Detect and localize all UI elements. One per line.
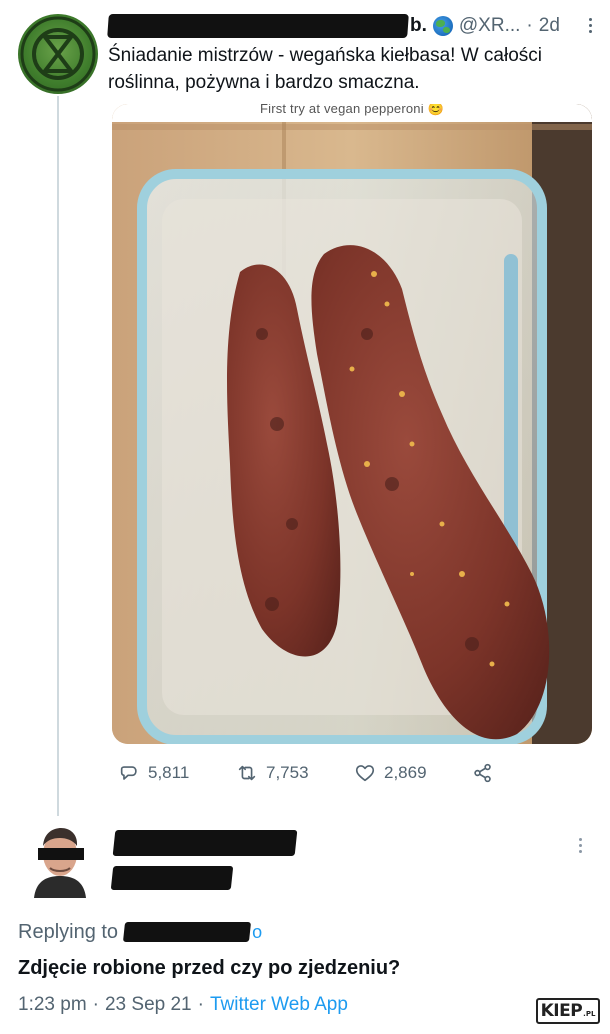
replying-to-label: Replying to xyxy=(18,920,119,943)
tweet-header: b. @XR... · 2d xyxy=(107,12,578,40)
separator-dot: · xyxy=(92,994,99,1015)
reply-date[interactable]: 23 Sep 21 xyxy=(105,994,192,1016)
retweet-button[interactable]: 7,753 xyxy=(236,762,354,784)
more-vertical-icon xyxy=(570,836,590,853)
retweet-count: 7,753 xyxy=(266,763,309,782)
author-avatar[interactable] xyxy=(18,14,98,94)
reply-count: 5,811 xyxy=(148,763,190,782)
display-name-tail[interactable]: b. xyxy=(410,15,427,37)
tweet-photo[interactable]: First try at vegan pepperoni 😊 xyxy=(112,104,592,744)
reply-time[interactable]: 1:23 pm xyxy=(18,994,87,1016)
kiep-watermark-logo: KIEP .PL xyxy=(536,998,600,1024)
redacted-display-name xyxy=(107,14,409,38)
redacted-reply-handle xyxy=(110,866,234,890)
redacted-reply-name xyxy=(112,830,298,856)
sausage-photo-image xyxy=(112,104,592,744)
tweet-text: Śniadanie mistrzów - wegańska kiełbasa! … xyxy=(108,45,543,93)
reply-author-avatar[interactable] xyxy=(28,822,92,898)
replying-to: Replying to o xyxy=(18,918,262,946)
thread-line xyxy=(57,96,59,816)
extinction-symbol-icon xyxy=(20,16,96,92)
photo-caption: First try at vegan pepperoni 😊 xyxy=(112,104,592,122)
reply-text: Zdjęcie robione przed czy po zjedzeniu? xyxy=(18,957,401,979)
person-photo-icon xyxy=(28,822,92,898)
more-vertical-icon xyxy=(580,16,600,33)
share-icon xyxy=(474,763,491,783)
share-button[interactable] xyxy=(472,762,502,784)
globe-icon xyxy=(432,16,453,36)
tweet-actions: 5,811 7,753 2,869 xyxy=(118,758,538,788)
redacted-replying-handle[interactable] xyxy=(123,922,252,942)
like-button[interactable]: 2,869 xyxy=(354,762,472,784)
reply-metadata: 1:23 pm · 23 Sep 21 · Twitter Web App xyxy=(18,990,348,1020)
author-handle[interactable]: @XR... xyxy=(459,15,521,37)
like-count: 2,869 xyxy=(384,763,427,782)
replying-handle-tail[interactable]: o xyxy=(252,922,262,943)
more-options-button[interactable] xyxy=(580,16,600,38)
heart-icon xyxy=(355,765,375,782)
reply-more-options-button[interactable] xyxy=(570,836,590,858)
reply-button[interactable]: 5,811 xyxy=(118,762,236,784)
reply-source-link[interactable]: Twitter Web App xyxy=(210,994,348,1016)
speech-bubble-icon xyxy=(120,766,137,780)
retweet-icon xyxy=(238,765,256,781)
tweet-timestamp[interactable]: 2d xyxy=(539,15,560,37)
separator-dot: · xyxy=(197,994,204,1015)
separator-dot: · xyxy=(526,15,533,36)
